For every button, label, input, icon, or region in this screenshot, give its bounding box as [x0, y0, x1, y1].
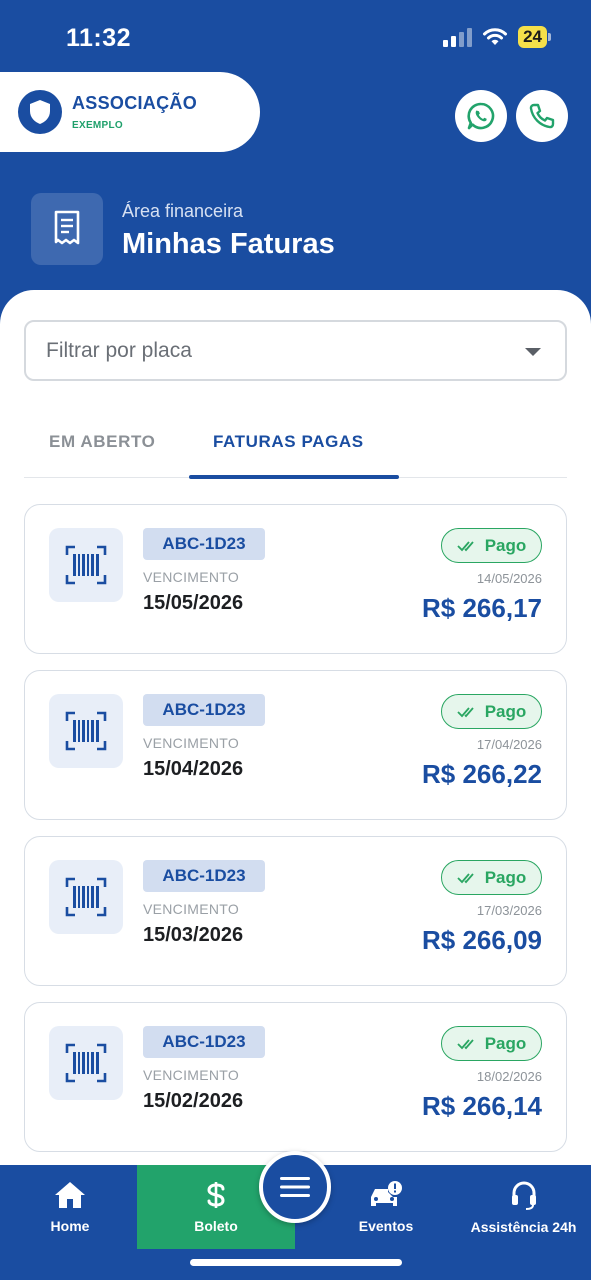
paid-date: 14/05/2026	[476, 571, 542, 586]
whatsapp-button[interactable]	[455, 90, 507, 142]
tab-faturas-pagas[interactable]: FATURAS PAGAS	[213, 432, 364, 452]
phone-icon	[529, 103, 555, 129]
nav-boleto-label: Boleto	[194, 1218, 238, 1234]
barcode-icon	[49, 694, 123, 768]
status-badge: Pago	[441, 860, 542, 895]
content-sheet: Filtrar por placa EM ABERTO FATURAS PAGA…	[0, 290, 591, 1170]
paid-date: 18/02/2026	[476, 1069, 542, 1084]
status-badge: Pago	[441, 694, 542, 729]
nav-home-label: Home	[50, 1218, 90, 1234]
status-icons: 24	[443, 26, 551, 48]
dollar-icon	[207, 1182, 225, 1208]
battery-icon: 24	[518, 26, 551, 48]
home-indicator	[190, 1259, 402, 1266]
plate-filter-select[interactable]: Filtrar por placa	[24, 320, 567, 381]
invoice-amount: R$ 266,17	[422, 593, 542, 623]
nav-assistencia[interactable]: Assistência 24h	[466, 1165, 581, 1249]
brand-subtitle: EXEMPLO	[72, 120, 123, 131]
nav-eventos-label: Eventos	[358, 1218, 414, 1234]
wifi-icon	[483, 28, 508, 45]
invoice-card[interactable]: ABC-1D23 VENCIMENTO 15/04/2026 Pago 17/0…	[24, 670, 567, 820]
plate-badge: ABC-1D23	[143, 694, 265, 726]
invoice-icon	[31, 193, 103, 265]
due-date: 15/02/2026	[143, 1090, 244, 1112]
status-text: Pago	[484, 701, 527, 721]
nav-home[interactable]: Home	[30, 1165, 110, 1249]
check-icon	[457, 540, 474, 551]
filter-placeholder: Filtrar por placa	[46, 338, 192, 362]
invoice-amount: R$ 266,09	[422, 925, 542, 955]
car-alert-icon	[371, 1181, 402, 1206]
headset-icon	[511, 1181, 536, 1210]
invoice-card[interactable]: ABC-1D23 VENCIMENTO 15/03/2026 Pago 17/0…	[24, 836, 567, 986]
chevron-down-icon	[525, 348, 541, 356]
paid-date: 17/03/2026	[476, 903, 542, 918]
signal-icon	[443, 27, 473, 47]
check-icon	[457, 1038, 474, 1049]
barcode-icon	[49, 528, 123, 602]
tab-em-aberto[interactable]: EM ABERTO	[49, 432, 155, 452]
invoice-amount: R$ 266,14	[422, 1091, 542, 1121]
check-icon	[457, 872, 474, 883]
tab-bar: EM ABERTO FATURAS PAGAS	[24, 420, 567, 479]
nav-assistencia-label: Assistência 24h	[470, 1219, 577, 1235]
whatsapp-icon	[467, 102, 495, 130]
status-time: 11:32	[66, 24, 132, 52]
active-tab-indicator	[189, 475, 399, 479]
invoice-card[interactable]: ABC-1D23 VENCIMENTO 15/05/2026 Pago 14/0…	[24, 504, 567, 654]
page-title: Minhas Faturas	[122, 228, 335, 260]
shield-icon	[18, 90, 62, 134]
due-label: VENCIMENTO	[143, 1067, 240, 1083]
battery-level: 24	[518, 26, 547, 48]
brand-name: ASSOCIAÇÃO	[72, 93, 198, 113]
invoice-amount: R$ 266,22	[422, 759, 542, 789]
plate-badge: ABC-1D23	[143, 860, 265, 892]
menu-button[interactable]	[259, 1151, 331, 1223]
plate-badge: ABC-1D23	[143, 1026, 265, 1058]
due-label: VENCIMENTO	[143, 901, 240, 917]
brand-header: ASSOCIAÇÃO EXEMPLO	[0, 72, 260, 152]
status-bar: 11:32 24	[0, 0, 591, 70]
status-badge: Pago	[441, 528, 542, 563]
section-subtitle: Área financeira	[122, 201, 244, 221]
due-date: 15/03/2026	[143, 924, 244, 946]
status-badge: Pago	[441, 1026, 542, 1061]
due-date: 15/05/2026	[143, 592, 244, 614]
status-text: Pago	[484, 1033, 527, 1053]
due-date: 15/04/2026	[143, 758, 244, 780]
due-label: VENCIMENTO	[143, 569, 240, 585]
status-text: Pago	[484, 867, 527, 887]
barcode-icon	[49, 1026, 123, 1100]
home-icon	[55, 1182, 85, 1208]
status-text: Pago	[484, 535, 527, 555]
plate-badge: ABC-1D23	[143, 528, 265, 560]
check-icon	[457, 706, 474, 717]
invoice-card[interactable]: ABC-1D23 VENCIMENTO 15/02/2026 Pago 18/0…	[24, 1002, 567, 1152]
due-label: VENCIMENTO	[143, 735, 240, 751]
phone-button[interactable]	[516, 90, 568, 142]
menu-icon	[280, 1177, 310, 1197]
paid-date: 17/04/2026	[476, 737, 542, 752]
barcode-icon	[49, 860, 123, 934]
nav-eventos[interactable]: Eventos	[346, 1165, 426, 1249]
